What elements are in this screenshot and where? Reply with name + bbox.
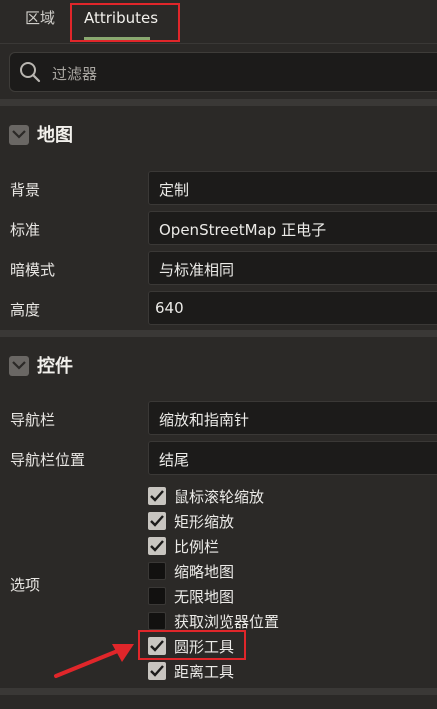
field-value: 缩放和指南针: [159, 411, 250, 429]
standard-select[interactable]: OpenStreetMap 正电子: [148, 211, 437, 245]
chevron-down-icon: [12, 130, 26, 139]
row-label: 背景: [10, 181, 41, 199]
option-label: 矩形缩放: [174, 513, 235, 531]
navigation-bar-position-select[interactable]: 结尾: [148, 441, 437, 475]
section-title-controls: 控件: [37, 356, 73, 377]
checkbox[interactable]: [148, 662, 166, 680]
field-value: 结尾: [159, 451, 190, 469]
background-select[interactable]: 定制: [148, 171, 437, 205]
row-standard: 标准 OpenStreetMap 正电子: [0, 209, 437, 249]
tab-highlight-annotation: [70, 3, 180, 42]
option-label: 缩略地图: [174, 563, 235, 581]
option-overview-map[interactable]: 缩略地图: [148, 559, 408, 584]
option-label: 比例栏: [174, 538, 220, 556]
checkbox[interactable]: [148, 612, 166, 630]
option-label: 鼠标滚轮缩放: [174, 488, 265, 506]
checkbox[interactable]: [148, 562, 166, 580]
option-infinite-map[interactable]: 无限地图: [148, 584, 408, 609]
arrow-annotation-icon: [54, 644, 134, 678]
row-background: 背景 定制: [0, 169, 437, 209]
section-header-map[interactable]: 地图: [0, 111, 437, 161]
filter-bar: [0, 44, 437, 98]
section-header-controls[interactable]: 控件: [0, 342, 437, 392]
row-label: 高度: [10, 301, 41, 319]
collapse-toggle[interactable]: [9, 356, 29, 376]
filter-input[interactable]: [50, 61, 434, 87]
row-height: 高度 640: [0, 289, 437, 329]
check-icon: [150, 490, 164, 502]
collapse-toggle[interactable]: [9, 125, 29, 145]
check-icon: [150, 540, 164, 552]
row-navigation-bar: 导航栏 缩放和指南针: [0, 399, 437, 439]
option-label: 距离工具: [174, 663, 235, 681]
field-value: 640: [155, 299, 184, 317]
check-icon: [150, 665, 164, 677]
divider: [0, 330, 437, 337]
option-highlight-annotation: [138, 630, 246, 660]
divider: [0, 688, 437, 695]
row-label: 暗模式: [10, 261, 56, 279]
filter-box: [9, 52, 437, 92]
option-rectangle-zoom[interactable]: 矩形缩放: [148, 509, 408, 534]
chevron-down-icon: [12, 361, 26, 370]
field-value: OpenStreetMap 正电子: [159, 221, 327, 239]
field-value: 定制: [159, 181, 190, 199]
options-label: 选项: [10, 576, 41, 594]
divider: [0, 99, 437, 106]
tab-region[interactable]: 区域: [25, 0, 55, 43]
row-dark-mode: 暗模式 与标准相同: [0, 249, 437, 289]
navigation-bar-select[interactable]: 缩放和指南针: [148, 401, 437, 435]
row-label: 导航栏位置: [10, 451, 86, 469]
row-navigation-bar-position: 导航栏位置 结尾: [0, 439, 437, 479]
field-value: 与标准相同: [159, 261, 235, 279]
option-label: 获取浏览器位置: [174, 613, 280, 631]
tab-bar: 区域 Attributes: [0, 0, 437, 44]
option-label: 无限地图: [174, 588, 235, 606]
option-mouse-wheel-zoom[interactable]: 鼠标滚轮缩放: [148, 484, 408, 509]
option-distance-tool[interactable]: 距离工具: [148, 659, 408, 684]
checkbox[interactable]: [148, 587, 166, 605]
row-label: 标准: [10, 221, 41, 239]
height-input[interactable]: 640: [148, 291, 437, 325]
dark-mode-select[interactable]: 与标准相同: [148, 251, 437, 285]
checkbox[interactable]: [148, 537, 166, 555]
search-icon: [20, 62, 41, 83]
checkbox[interactable]: [148, 512, 166, 530]
section-title-map: 地图: [37, 125, 73, 146]
option-scale-bar[interactable]: 比例栏: [148, 534, 408, 559]
checkbox[interactable]: [148, 487, 166, 505]
check-icon: [150, 515, 164, 527]
row-label: 导航栏: [10, 411, 56, 429]
